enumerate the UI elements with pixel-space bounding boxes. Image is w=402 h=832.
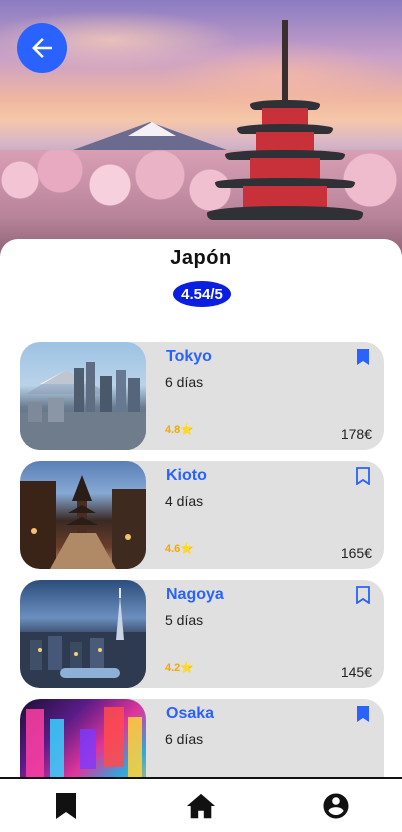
city-days: 5 días [165, 612, 204, 628]
tab-home[interactable] [186, 791, 216, 821]
country-title: Japón [170, 247, 232, 269]
country-rating-badge: 4.54/5 [173, 281, 231, 307]
city-thumbnail [20, 342, 146, 450]
content-sheet: Japón 4.54/5 Tokyo 6 días 4.8⭐ 178€ Kiot… [0, 239, 402, 832]
city-card-kioto[interactable]: Kioto 4 días 4.6⭐ 165€ [20, 461, 384, 569]
city-name: Tokyo [166, 348, 212, 365]
star-icon: ⭐ [180, 662, 194, 674]
city-days: 6 días [165, 374, 204, 390]
city-price: 165€ [340, 545, 372, 561]
city-card-tokyo[interactable]: Tokyo 6 días 4.8⭐ 178€ [20, 342, 384, 450]
city-name: Nagoya [166, 586, 224, 603]
account-icon [323, 793, 349, 819]
arrow-left-icon [32, 38, 52, 58]
city-thumbnail [20, 580, 146, 688]
bookmark-filled-icon[interactable] [355, 705, 371, 723]
bookmark-filled-icon[interactable] [355, 348, 371, 366]
city-price: 178€ [340, 426, 372, 442]
city-price: 145€ [340, 664, 372, 680]
star-icon: ⭐ [180, 543, 194, 555]
bottom-tab-bar [0, 777, 402, 832]
tab-profile[interactable] [321, 791, 351, 821]
bookmark-icon [56, 793, 76, 819]
city-rating: 4.8⭐ [165, 424, 194, 436]
city-name: Kioto [166, 467, 207, 484]
city-days: 4 días [165, 493, 204, 509]
city-rating: 4.6⭐ [165, 543, 194, 555]
city-name: Osaka [166, 705, 215, 722]
home-icon [186, 793, 216, 819]
star-icon: ⭐ [180, 424, 194, 436]
city-card-nagoya[interactable]: Nagoya 5 días 4.2⭐ 145€ [20, 580, 384, 688]
city-thumbnail [20, 461, 146, 569]
mountain-snowcap [128, 122, 176, 136]
back-button[interactable] [17, 23, 67, 73]
pagoda [205, 20, 365, 240]
bookmark-outline-icon[interactable] [355, 586, 371, 604]
tab-saved[interactable] [51, 791, 81, 821]
bookmark-outline-icon[interactable] [355, 467, 371, 485]
city-days: 6 días [165, 731, 204, 747]
city-rating: 4.2⭐ [165, 662, 194, 674]
